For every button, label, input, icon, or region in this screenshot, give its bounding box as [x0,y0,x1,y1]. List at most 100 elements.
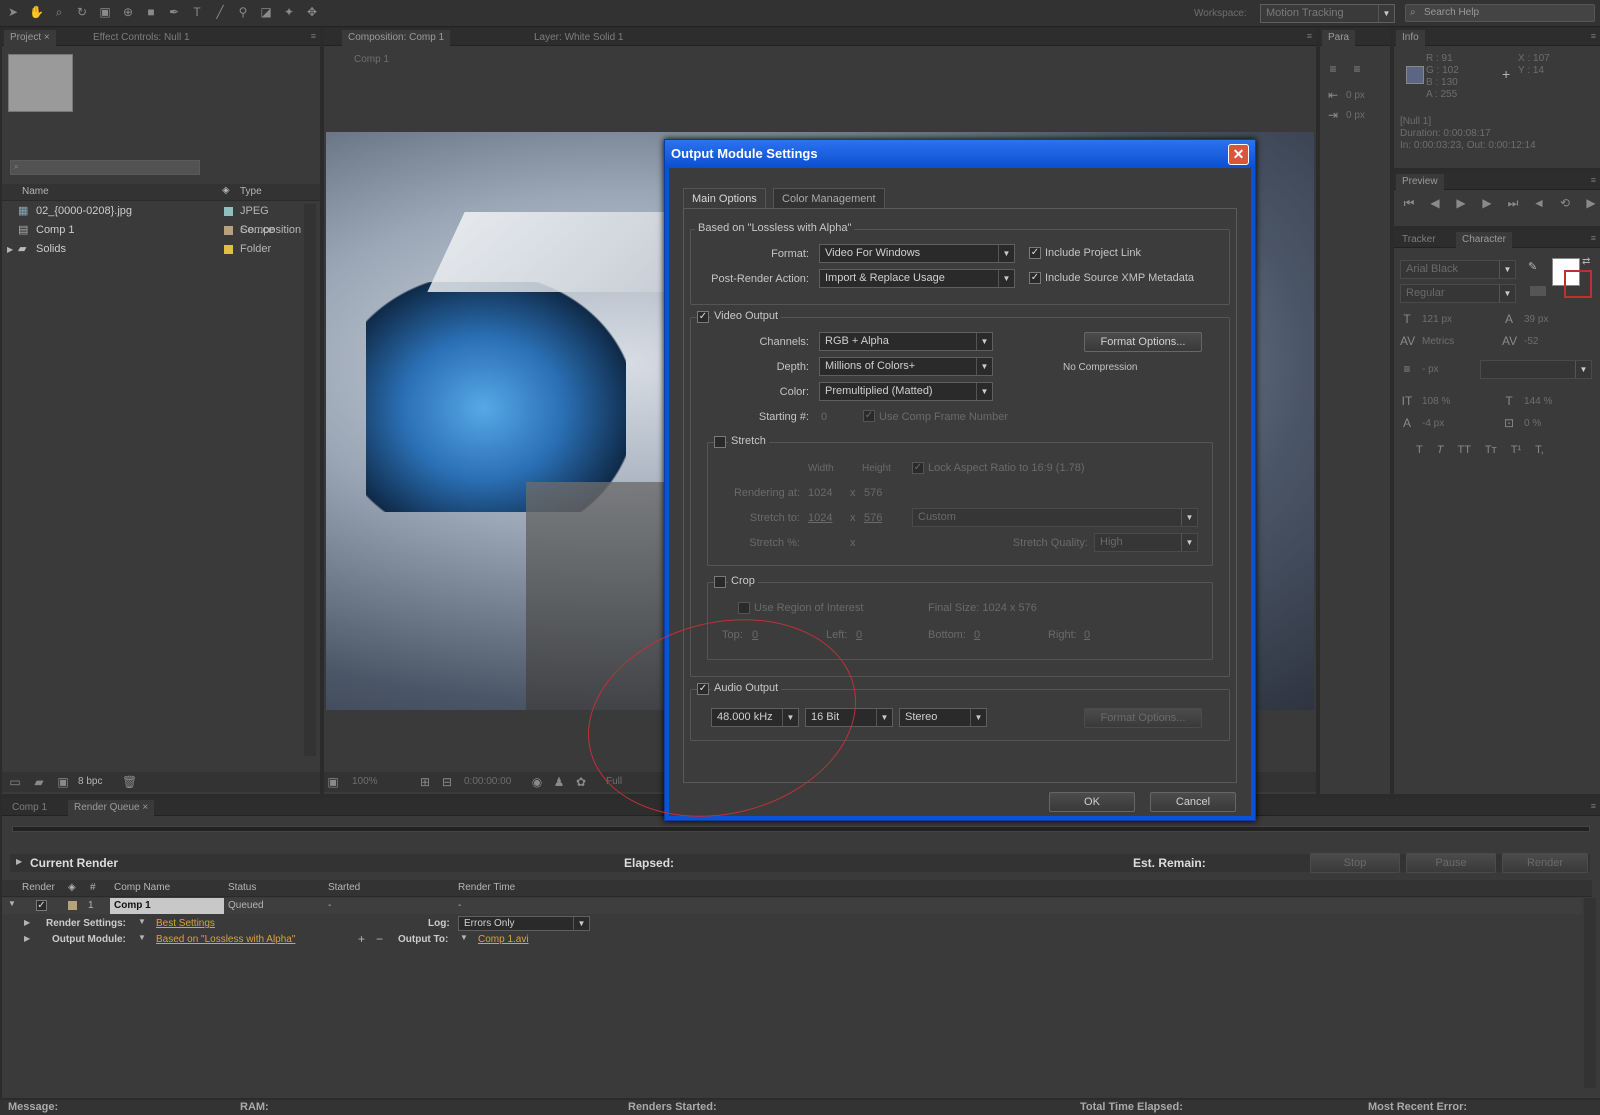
depth-dropdown[interactable]: Millions of Colors+ ▼ [819,357,993,376]
post-render-action-dropdown[interactable]: Import & Replace Usage ▼ [819,269,1015,288]
swap-colors-icon[interactable]: ⇄ [1582,256,1590,267]
superscript-button[interactable]: T¹ [1511,444,1521,456]
table-row[interactable]: ▼ ✓ 1 Comp 1 Queued - - [2,898,1582,914]
selection-tool-icon[interactable]: ➤ [6,5,20,19]
rectangle-tool-icon[interactable]: ■ [144,5,158,19]
channels-dropdown[interactable]: RGB + Alpha ▼ [819,332,993,351]
previous-frame-icon[interactable]: ◀ [1428,196,1442,210]
format-options-button[interactable]: Format Options... [1084,332,1202,352]
tab-info[interactable]: Info [1396,30,1425,46]
type-tool-icon[interactable]: T [190,5,204,19]
crop-right-field[interactable]: 0 [1084,629,1090,641]
rotate-tool-icon[interactable]: ↻ [75,5,89,19]
trash-icon[interactable]: 🗑 [122,775,137,789]
panel-menu-icon[interactable]: ≡ [1591,31,1596,41]
pause-button[interactable]: Pause [1406,853,1496,873]
include-project-link-checkbox[interactable]: ✓ [1029,247,1041,259]
use-comp-frame-checkbox[interactable]: ✓ [863,410,875,422]
region-icon[interactable]: ▣ [326,775,340,789]
panel-menu-icon[interactable]: ≡ [1591,801,1596,811]
output-module-dropdown-icon[interactable]: ▼ [138,933,146,942]
camera-tool-icon[interactable]: ▣ [98,5,112,19]
grid-icon[interactable]: ⊟ [440,775,454,789]
faux-bold-button[interactable]: T [1416,444,1423,456]
stretch-preset-dropdown[interactable]: Custom ▼ [912,508,1198,527]
tab-preview[interactable]: Preview [1396,174,1444,190]
align-center-icon[interactable]: ≡ [1350,62,1364,76]
next-frame-icon[interactable]: ▶ [1480,196,1494,210]
safe-zones-icon[interactable]: ⊞ [418,775,432,789]
disclosure-triangle-icon[interactable]: ▼ [8,899,16,908]
current-time-display[interactable]: 0:00:00:00 [464,776,511,787]
clone-tool-icon[interactable]: ⚲ [236,5,250,19]
new-folder-icon[interactable]: ▰ [32,775,46,789]
output-to-link[interactable]: Comp 1.avi [478,934,529,945]
show-snapshot-icon[interactable]: ♟ [552,775,566,789]
crop-left-field[interactable]: 0 [856,629,862,641]
first-frame-icon[interactable]: ⏮ [1402,196,1416,210]
include-xmp-metadata-checkbox[interactable]: ✓ [1029,272,1041,284]
subscript-button[interactable]: T, [1535,444,1544,456]
use-roi-checkbox[interactable] [738,602,750,614]
project-search-input[interactable]: ⌕ [10,160,200,175]
render-button[interactable]: Render [1502,853,1588,873]
list-item[interactable]: ▦ 02_{0000-0208}.jpg JPEG Se...ce [2,202,302,236]
ok-button[interactable]: OK [1049,792,1135,812]
tab-render-queue[interactable]: Render Queue × [68,800,155,816]
list-item[interactable]: ▤ Comp 1 Composition [2,221,302,240]
audio-output-checkbox[interactable]: ✓ [697,683,709,695]
log-dropdown[interactable]: Errors Only ▼ [458,916,590,931]
output-to-dropdown-icon[interactable]: ▼ [460,933,468,942]
render-settings-dropdown-icon[interactable]: ▼ [138,917,146,926]
disclosure-triangle-icon[interactable]: ▶ [7,240,13,259]
panel-menu-icon[interactable]: ≡ [1307,31,1312,41]
stroke-color-swatch[interactable] [1564,270,1592,298]
cancel-button[interactable]: Cancel [1150,792,1236,812]
zoom-tool-icon[interactable]: ⌕ [52,5,66,19]
tab-paragraph[interactable]: Para [1322,30,1356,46]
audio-rate-dropdown[interactable]: 48.000 kHz ▼ [711,708,799,727]
breadcrumb[interactable]: Comp 1 [354,54,389,65]
remove-output-module-icon[interactable]: − [376,932,383,946]
search-help-input[interactable]: ⌕ Search Help [1405,4,1595,22]
stop-button[interactable]: Stop [1310,853,1400,873]
puppet-tool-icon[interactable]: ✦ [282,5,296,19]
render-settings-link[interactable]: Best Settings [156,918,215,929]
tab-tracker[interactable]: Tracker [1396,232,1442,248]
pan-behind-tool-icon[interactable]: ⊕ [121,5,135,19]
workspace-dropdown[interactable]: Motion Tracking ▼ [1260,4,1395,23]
audio-bits-dropdown[interactable]: 16 Bit ▼ [805,708,893,727]
tab-layer[interactable]: Layer: White Solid 1 [528,30,630,46]
font-family-dropdown[interactable]: Arial Black ▼ [1400,260,1516,279]
tab-color-management[interactable]: Color Management [773,188,885,208]
close-icon[interactable]: ✕ [1228,144,1249,165]
stretch-quality-dropdown[interactable]: High ▼ [1094,533,1198,552]
eyedropper-icon[interactable]: ✎ [1528,260,1537,273]
starting-number-field[interactable]: 0 [821,411,827,423]
panel-menu-icon[interactable]: ≡ [1591,175,1596,185]
ram-preview-icon[interactable]: ▶ [1584,196,1598,210]
tab-main-options[interactable]: Main Options [683,188,766,208]
list-item[interactable]: ▶ ▰ Solids Folder [2,240,302,259]
tab-project[interactable]: Project × [4,30,56,46]
column-type[interactable]: Type [240,186,262,197]
panel-menu-icon[interactable]: ≡ [311,31,316,41]
new-composition-icon[interactable]: ▣ [56,775,70,789]
pen-tool-icon[interactable]: ✒ [167,5,181,19]
no-color-icon[interactable] [1530,286,1546,296]
small-caps-button[interactable]: Tт [1485,444,1497,456]
audio-channels-dropdown[interactable]: Stereo ▼ [899,708,987,727]
tab-comp-timeline[interactable]: Comp 1 [6,800,53,816]
play-icon[interactable]: ▶ [1454,196,1468,210]
project-scrollbar[interactable] [304,204,316,756]
tab-composition[interactable]: Composition: Comp 1 [342,30,451,46]
last-frame-icon[interactable]: ⏭ [1506,196,1520,210]
audio-format-options-button[interactable]: Format Options... [1084,708,1202,728]
all-caps-button[interactable]: TT [1457,444,1470,456]
tab-effect-controls[interactable]: Effect Controls: Null 1 [87,30,196,46]
render-queue-scrollbar[interactable] [1584,898,1596,1088]
loop-icon[interactable]: ⟲ [1558,196,1572,210]
color-dropdown[interactable]: Premultiplied (Matted) ▼ [819,382,993,401]
panel-menu-icon[interactable]: ≡ [1591,233,1596,243]
format-dropdown[interactable]: Video For Windows ▼ [819,244,1015,263]
